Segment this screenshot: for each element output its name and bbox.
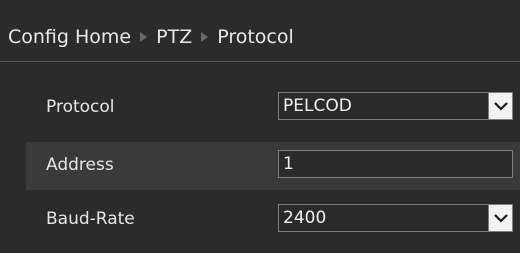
protocol-value: PELCOD xyxy=(283,96,352,116)
chevron-down-icon xyxy=(493,102,508,111)
breadcrumb-item-config-home[interactable]: Config Home xyxy=(8,26,131,48)
address-value: 1 xyxy=(283,154,294,174)
protocol-select[interactable]: PELCOD xyxy=(278,92,513,120)
chevron-right-icon xyxy=(140,32,148,42)
breadcrumb-item-protocol: Protocol xyxy=(217,26,294,48)
chevron-down-icon xyxy=(493,214,508,223)
baud-rate-value: 2400 xyxy=(283,208,327,228)
protocol-row: Protocol PELCOD xyxy=(26,84,520,132)
address-label: Address xyxy=(46,155,114,175)
breadcrumb: Config Home PTZ Protocol xyxy=(8,26,294,48)
address-row: Address 1 xyxy=(26,142,520,190)
baud-rate-row: Baud-Rate 2400 xyxy=(26,196,520,244)
baud-rate-label: Baud-Rate xyxy=(46,209,135,229)
baud-rate-dropdown-button[interactable] xyxy=(488,205,512,231)
baud-rate-select[interactable]: 2400 xyxy=(278,204,513,232)
address-input[interactable]: 1 xyxy=(278,150,513,178)
protocol-label: Protocol xyxy=(46,97,115,117)
breadcrumb-item-ptz[interactable]: PTZ xyxy=(156,26,192,48)
protocol-dropdown-button[interactable] xyxy=(488,93,512,119)
header-divider xyxy=(0,61,520,62)
chevron-right-icon xyxy=(201,32,209,42)
config-page: Config Home PTZ Protocol Protocol PELCOD… xyxy=(0,0,520,253)
